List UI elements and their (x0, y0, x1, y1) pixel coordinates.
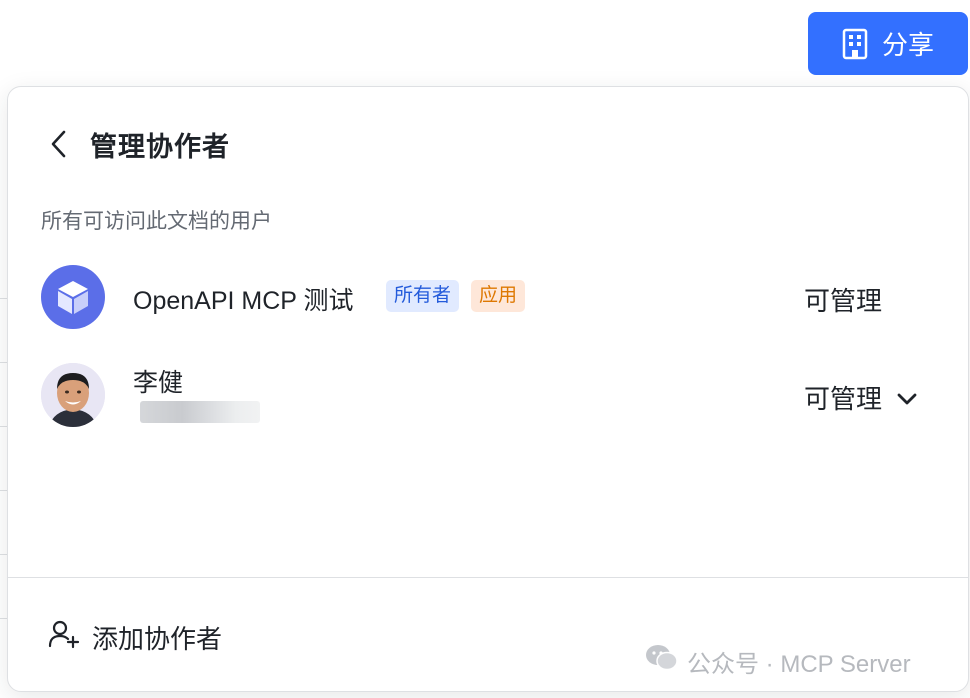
chevron-left-icon[interactable] (48, 129, 70, 164)
watermark: 公众号 · MCP Server (645, 643, 911, 680)
cube-icon (41, 265, 105, 329)
user-avatar (41, 363, 105, 427)
member-row: OpenAPI MCP 测试 所有者 应用 可管理 (8, 263, 968, 343)
manage-collaborators-panel: 管理协作者 所有可访问此文档的用户 OpenAPI MCP 测试 所有者 应用 … (7, 86, 969, 692)
panel-header: 管理协作者 (8, 119, 968, 167)
member-email-blurred: blurred (140, 401, 260, 423)
app-badge: 应用 (471, 280, 526, 312)
share-button[interactable]: 分享 (808, 12, 968, 75)
section-label: 所有可访问此文档的用户 (41, 210, 272, 233)
permission-dropdown[interactable]: 可管理 (804, 379, 918, 416)
building-icon (842, 28, 868, 60)
wechat-icon (645, 643, 679, 680)
divider (8, 577, 968, 578)
watermark-text: 公众号 · MCP Server (687, 651, 911, 678)
owner-badge: 所有者 (386, 280, 460, 312)
permission-label: 可管理 (804, 286, 883, 316)
add-collaborator-label: 添加协作者 (92, 624, 223, 654)
share-button-label: 分享 (881, 30, 934, 60)
user-plus-icon (48, 619, 80, 656)
permission-label: 可管理 (804, 384, 883, 414)
chevron-down-icon (896, 382, 918, 413)
member-row: 李健 blurred 可管理 (8, 361, 968, 441)
member-name: 李健 (133, 369, 184, 397)
member-name: OpenAPI MCP 测试 (133, 287, 354, 315)
add-collaborator-button[interactable]: 添加协作者 (48, 619, 222, 656)
panel-title: 管理协作者 (90, 132, 230, 162)
